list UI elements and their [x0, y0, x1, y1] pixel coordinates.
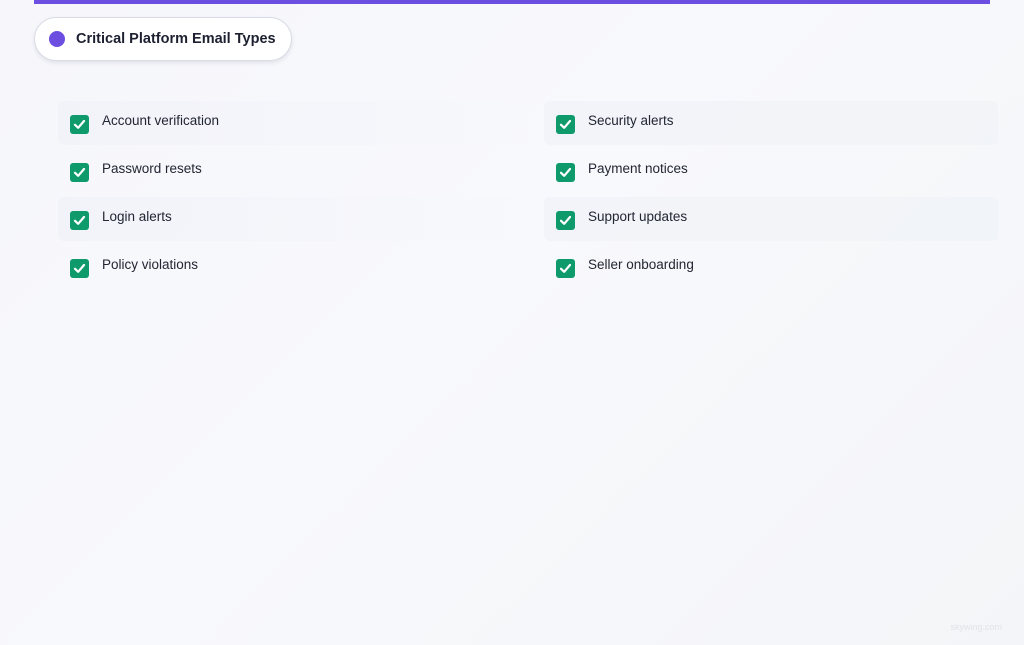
checkbox[interactable] [70, 259, 89, 278]
checklist-item-label: Password resets [102, 161, 202, 176]
checkmark-icon [559, 119, 572, 129]
checkbox[interactable] [70, 211, 89, 230]
checklist-item-security-alerts[interactable]: Security alerts [544, 101, 998, 145]
checklist-item-label: Account verification [102, 113, 220, 128]
checkbox[interactable] [556, 211, 575, 230]
checkbox[interactable] [70, 163, 89, 182]
checklist-item-label: Security alerts [588, 113, 674, 128]
checkbox[interactable] [556, 259, 575, 278]
email-types-checklist: Account verification Security alerts Pas… [58, 101, 998, 293]
checklist-item-label: Policy violations [102, 257, 199, 272]
section-title: Critical Platform Email Types [76, 31, 276, 47]
checkmark-icon [73, 263, 86, 273]
checkbox[interactable] [556, 163, 575, 182]
checkbox[interactable] [556, 115, 575, 134]
checklist-item-label: Payment notices [588, 161, 688, 176]
checklist-item-password-resets[interactable]: Password resets [58, 149, 544, 193]
checklist-item-label: Seller onboarding [588, 257, 694, 272]
section-title-pill: Critical Platform Email Types [34, 17, 292, 61]
checkmark-icon [559, 215, 572, 225]
checkmark-icon [559, 167, 572, 177]
circle-dot-icon [49, 31, 65, 47]
checkmark-icon [73, 167, 86, 177]
checklist-item-account-verification[interactable]: Account verification [58, 101, 544, 145]
checkmark-icon [73, 215, 86, 225]
checkmark-icon [73, 119, 86, 129]
checklist-item-seller-onboarding[interactable]: Seller onboarding [544, 245, 998, 289]
checklist-item-payment-notices[interactable]: Payment notices [544, 149, 998, 193]
checklist-item-label: Support updates [588, 209, 688, 224]
checkmark-icon [559, 263, 572, 273]
checklist-item-label: Login alerts [102, 209, 172, 224]
watermark: skywing.com [950, 622, 1002, 632]
top-accent-bar [34, 0, 990, 4]
checklist-item-support-updates[interactable]: Support updates [544, 197, 998, 241]
checklist-item-login-alerts[interactable]: Login alerts [58, 197, 544, 241]
checklist-item-policy-violations[interactable]: Policy violations [58, 245, 544, 289]
checkbox[interactable] [70, 115, 89, 134]
